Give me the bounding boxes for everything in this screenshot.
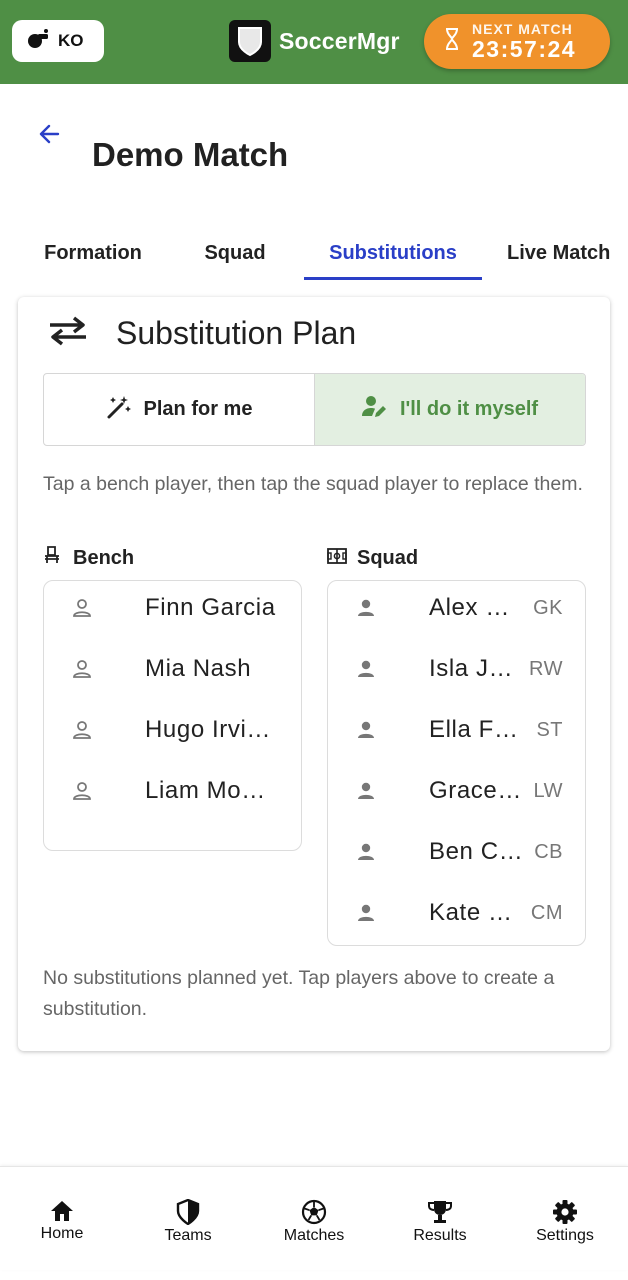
person-icon bbox=[358, 599, 374, 616]
squad-player-position: CB bbox=[534, 840, 563, 863]
person-icon bbox=[358, 782, 374, 799]
bench-seat-icon bbox=[43, 545, 63, 571]
page-title: Demo Match bbox=[92, 136, 289, 173]
plan-mode-toggle: Plan for me I'll do it myself bbox=[43, 373, 586, 446]
substitution-plan-card: Substitution Plan Plan for me I'll do it… bbox=[18, 297, 610, 1051]
nav-settings[interactable]: Settings bbox=[515, 1199, 615, 1245]
person-outline-icon bbox=[73, 782, 91, 800]
squad-player-name: Grace … bbox=[429, 777, 525, 804]
home-icon bbox=[51, 1201, 73, 1221]
bench-player-name: Finn Garcia bbox=[145, 594, 276, 621]
list-item[interactable]: Alex M… GK bbox=[328, 588, 585, 628]
nav-home[interactable]: Home bbox=[12, 1199, 112, 1243]
swap-arrows-icon bbox=[46, 315, 90, 352]
brand-logo-icon bbox=[229, 20, 271, 62]
bench-player-name: Mia Nash bbox=[145, 655, 252, 682]
tab-formation[interactable]: Formation bbox=[20, 226, 166, 280]
top-app-bar: KO SoccerMgr NEXT MATCH 23:57:24 bbox=[0, 0, 628, 84]
magic-wand-icon bbox=[106, 394, 132, 426]
squad-heading-label: Squad bbox=[357, 546, 419, 569]
nav-settings-label: Settings bbox=[536, 1227, 594, 1244]
list-item[interactable]: Ben Ca… CB bbox=[328, 832, 585, 872]
shield-icon bbox=[176, 1199, 200, 1225]
person-outline-icon bbox=[73, 660, 91, 678]
ko-label: KO bbox=[58, 31, 84, 50]
nav-teams[interactable]: Teams bbox=[138, 1199, 238, 1245]
nav-matches[interactable]: Matches bbox=[264, 1199, 364, 1245]
list-item[interactable]: Ella Fo… ST bbox=[328, 710, 585, 750]
squad-player-position: LW bbox=[533, 779, 563, 802]
brand: SoccerMgr bbox=[229, 20, 400, 62]
back-arrow-icon[interactable] bbox=[36, 120, 64, 148]
nav-teams-label: Teams bbox=[164, 1227, 212, 1244]
squad-player-position: CM bbox=[530, 901, 563, 924]
squad-heading: Squad bbox=[327, 545, 418, 571]
list-item[interactable]: Grace … LW bbox=[328, 771, 585, 811]
soccer-ball-icon bbox=[301, 1199, 327, 1225]
squad-player-name: Kate L… bbox=[429, 899, 525, 926]
person-icon bbox=[358, 904, 374, 921]
bottom-navigation: Home Teams Matches Results Settings bbox=[0, 1166, 628, 1270]
bench-player-name: Liam Mo… bbox=[145, 777, 266, 804]
squad-player-name: Isla Ja… bbox=[429, 655, 525, 682]
nav-results[interactable]: Results bbox=[390, 1199, 490, 1245]
card-title: Substitution Plan bbox=[116, 314, 357, 351]
tab-live-match[interactable]: Live Match bbox=[496, 226, 628, 280]
squad-player-name: Ella Fo… bbox=[429, 716, 525, 743]
do-it-myself-label: I'll do it myself bbox=[399, 398, 539, 420]
do-it-myself-button[interactable]: I'll do it myself bbox=[314, 374, 585, 445]
list-item[interactable]: Finn Garcia bbox=[44, 588, 301, 628]
gear-icon bbox=[553, 1200, 577, 1224]
person-icon bbox=[358, 721, 374, 738]
bench-heading-label: Bench bbox=[73, 546, 135, 569]
squad-player-position: RW bbox=[529, 657, 563, 680]
person-outline-icon bbox=[73, 599, 91, 617]
list-item[interactable]: Hugo Irvi… bbox=[44, 710, 301, 750]
empty-substitutions-note: No substitutions planned yet. Tap player… bbox=[43, 967, 555, 1020]
next-match-time: 23:57:24 bbox=[472, 36, 577, 62]
squad-player-name: Ben Ca… bbox=[429, 838, 525, 865]
nav-matches-label: Matches bbox=[283, 1227, 345, 1244]
bench-heading: Bench bbox=[43, 545, 134, 571]
list-item[interactable]: Kate L… CM bbox=[328, 893, 585, 933]
person-edit-icon bbox=[361, 395, 388, 425]
next-match-label: NEXT MATCH bbox=[472, 21, 573, 37]
bench-list: Finn Garcia Mia Nash Hugo Irvi… Liam Mo… bbox=[43, 580, 302, 851]
instruction-hint: Tap a bench player, then tap the squad p… bbox=[43, 473, 583, 495]
squad-list[interactable]: Alex M… GK Isla Ja… RW Ella Fo… ST Grace… bbox=[327, 580, 586, 946]
plan-for-me-button[interactable]: Plan for me bbox=[44, 374, 314, 445]
bench-player-name: Hugo Irvi… bbox=[145, 716, 272, 743]
nav-home-label: Home bbox=[40, 1225, 84, 1242]
whistle-icon bbox=[26, 28, 50, 55]
list-item[interactable]: Liam Mo… bbox=[44, 771, 301, 811]
brand-name: SoccerMgr bbox=[279, 27, 400, 54]
list-item[interactable]: Mia Nash bbox=[44, 649, 301, 689]
next-match-countdown[interactable]: NEXT MATCH 23:57:24 bbox=[424, 14, 610, 69]
plan-for-me-label: Plan for me bbox=[143, 398, 253, 420]
person-icon bbox=[358, 843, 374, 860]
hourglass-icon bbox=[444, 28, 460, 55]
squad-player-position: ST bbox=[536, 718, 563, 741]
ko-button[interactable]: KO bbox=[12, 20, 104, 62]
squad-player-position: GK bbox=[533, 596, 563, 619]
nav-results-label: Results bbox=[413, 1227, 467, 1244]
person-icon bbox=[358, 660, 374, 677]
tab-squad[interactable]: Squad bbox=[180, 226, 290, 280]
squad-player-name: Alex M… bbox=[429, 594, 525, 621]
trophy-icon bbox=[428, 1201, 452, 1223]
list-item[interactable]: Isla Ja… RW bbox=[328, 649, 585, 689]
person-outline-icon bbox=[73, 721, 91, 739]
tab-substitutions[interactable]: Substitutions bbox=[304, 226, 482, 280]
tab-bar: Formation Squad Substitutions Live Match bbox=[0, 226, 628, 280]
pitch-icon bbox=[327, 547, 347, 570]
